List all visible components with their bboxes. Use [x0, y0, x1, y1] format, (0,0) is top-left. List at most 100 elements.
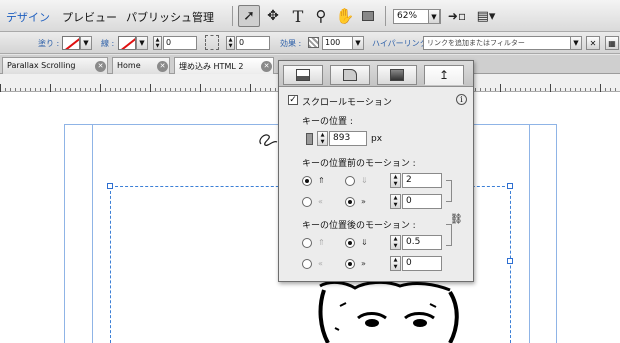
corner-radius-icon	[205, 35, 219, 50]
tab-label: 埋め込み HTML 2	[179, 62, 244, 71]
arrow-right-icon: »	[361, 259, 366, 268]
before-horizontal-left-radio[interactable]	[302, 197, 312, 207]
menu-bar: デザイン プレビュー パブリッシュ 管理 ➚ ✥ T ⚲ ✋ 62% ▼ ➜▫ …	[0, 0, 620, 32]
before-vertical-stepper[interactable]: ▲ ▼	[390, 173, 401, 188]
scroll-motion-panel: ↥ ✓ スクロールモーション i キーの位置 : ▲ ▼ 893 px キーの位置…	[278, 60, 474, 282]
tab-fill[interactable]	[283, 65, 323, 85]
tab-label: Home	[117, 61, 141, 70]
arrow-down-icon: ⇓	[361, 238, 368, 247]
after-motion-label: キーの位置後のモーション :	[302, 221, 416, 231]
page-view-icon[interactable]: ▤▾	[475, 5, 497, 27]
arrow-right-icon: »	[361, 197, 366, 206]
scroll-motion-icon: ↥	[438, 68, 450, 82]
panel-tab-bar: ↥	[279, 61, 473, 87]
before-vertical-up-radio[interactable]	[302, 176, 312, 186]
tab-scroll-motion[interactable]: ↥	[424, 65, 464, 85]
column-guide-right	[529, 124, 530, 343]
menu-preview[interactable]: プレビュー	[62, 9, 117, 25]
after-horizontal-left-radio[interactable]	[302, 259, 312, 269]
tab-shape[interactable]	[330, 65, 370, 85]
selection-box-left	[110, 186, 111, 343]
after-horizontal-stepper[interactable]: ▲ ▼	[390, 256, 401, 271]
tab-label: Parallax Scrolling	[7, 61, 76, 70]
tab-embedded-html-2[interactable]: 埋め込み HTML 2 ✕	[174, 57, 274, 74]
tab-home[interactable]: Home ✕	[112, 57, 170, 74]
key-position-field[interactable]: 893	[329, 131, 367, 146]
link-bracket-after	[446, 224, 452, 246]
before-horizontal-field[interactable]: 0	[402, 194, 442, 209]
clear-link-icon[interactable]: ✕	[586, 36, 600, 50]
opacity-dropdown-icon[interactable]: ▼	[352, 36, 364, 50]
opacity-icon	[308, 37, 319, 48]
zoom-tool-icon[interactable]: ⚲	[310, 5, 332, 27]
menu-publish[interactable]: パブリッシュ	[126, 9, 192, 25]
tab-parallax-scrolling[interactable]: Parallax Scrolling ✕	[2, 57, 108, 74]
close-icon[interactable]: ✕	[157, 61, 168, 72]
fill-label: 塗り :	[38, 39, 60, 48]
crop-tool-icon[interactable]: ✥	[262, 5, 284, 27]
arrow-up-icon: ⇑	[318, 238, 325, 247]
scroll-motion-label: スクロールモーション	[302, 98, 392, 108]
fill-icon	[296, 69, 310, 81]
corner-radius-field[interactable]: 0	[236, 36, 270, 50]
toolbar-divider	[385, 6, 386, 26]
before-horizontal-stepper[interactable]: ▲ ▼	[390, 194, 401, 209]
before-vertical-field[interactable]: 2	[402, 173, 442, 188]
after-vertical-stepper[interactable]: ▲ ▼	[390, 235, 401, 250]
page-guide-right	[556, 124, 557, 343]
selection-tool-icon[interactable]: ➚	[238, 5, 260, 27]
after-vertical-down-radio[interactable]	[345, 238, 355, 248]
close-icon[interactable]: ✕	[95, 61, 106, 72]
corner-icon	[343, 69, 357, 81]
resize-handle[interactable]	[507, 183, 513, 189]
stroke-width-field[interactable]: 0	[163, 36, 197, 50]
after-vertical-up-radio[interactable]	[302, 238, 312, 248]
before-vertical-down-radio[interactable]	[345, 176, 355, 186]
shadow-icon	[390, 69, 404, 81]
sketch-face-image	[318, 280, 459, 343]
before-horizontal-right-radio[interactable]	[345, 197, 355, 207]
selection-box-right	[510, 186, 511, 343]
effect-label: 効果 :	[280, 39, 302, 48]
resize-handle[interactable]	[107, 183, 113, 189]
fill-swatch[interactable]	[62, 36, 80, 50]
menu-manage[interactable]: 管理	[192, 9, 214, 25]
after-horizontal-right-radio[interactable]	[345, 259, 355, 269]
before-motion-label: キーの位置前のモーション :	[302, 159, 416, 169]
hand-tool-icon[interactable]: ✋	[334, 5, 356, 27]
info-icon[interactable]: i	[456, 94, 467, 105]
arrow-left-icon: «	[318, 259, 323, 268]
scroll-motion-checkbox[interactable]: ✓	[288, 95, 298, 105]
stroke-swatch[interactable]	[118, 36, 136, 50]
wrap-icon[interactable]: ▦	[605, 36, 619, 50]
hyperlink-dropdown-icon[interactable]: ▼	[570, 36, 582, 50]
stroke-label: 線 :	[101, 39, 115, 48]
stroke-dropdown-icon[interactable]: ▼	[136, 36, 148, 50]
key-position-unit: px	[371, 134, 383, 144]
place-icon[interactable]: ➜▫	[446, 5, 468, 27]
arrow-up-icon: ⇑	[318, 176, 325, 185]
key-position-icon	[306, 133, 313, 145]
menu-divider	[232, 6, 233, 26]
close-icon[interactable]: ✕	[261, 61, 272, 72]
arrow-left-icon: «	[318, 197, 323, 206]
corner-radius-stepper[interactable]: ▲ ▼	[226, 36, 235, 50]
link-bracket-before	[446, 180, 452, 202]
tab-shadow[interactable]	[377, 65, 417, 85]
menu-design[interactable]: デザイン	[6, 9, 50, 25]
zoom-dropdown-icon[interactable]: ▼	[428, 9, 440, 24]
column-guide-left	[92, 124, 93, 343]
page-guide-left	[64, 124, 65, 343]
opacity-field[interactable]: 100	[322, 36, 354, 50]
key-position-stepper[interactable]: ▲ ▼	[317, 131, 328, 146]
properties-bar: 塗り : ▼ 線 : ▼ ▲ ▼ 0 ▲ ▼ 0 効果 : 100 ▼ ハイパーリン…	[0, 32, 620, 54]
after-horizontal-field[interactable]: 0	[402, 256, 442, 271]
stroke-width-stepper[interactable]: ▲ ▼	[153, 36, 162, 50]
text-tool-icon[interactable]: T	[287, 5, 309, 27]
hyperlink-input[interactable]: リンクを追加またはフィルター	[423, 36, 581, 50]
resize-handle[interactable]	[507, 258, 513, 264]
after-vertical-field[interactable]: 0.5	[402, 235, 442, 250]
fill-dropdown-icon[interactable]: ▼	[80, 36, 92, 50]
rectangle-tool-icon[interactable]	[357, 5, 379, 27]
arrow-down-icon: ⇓	[361, 176, 368, 185]
